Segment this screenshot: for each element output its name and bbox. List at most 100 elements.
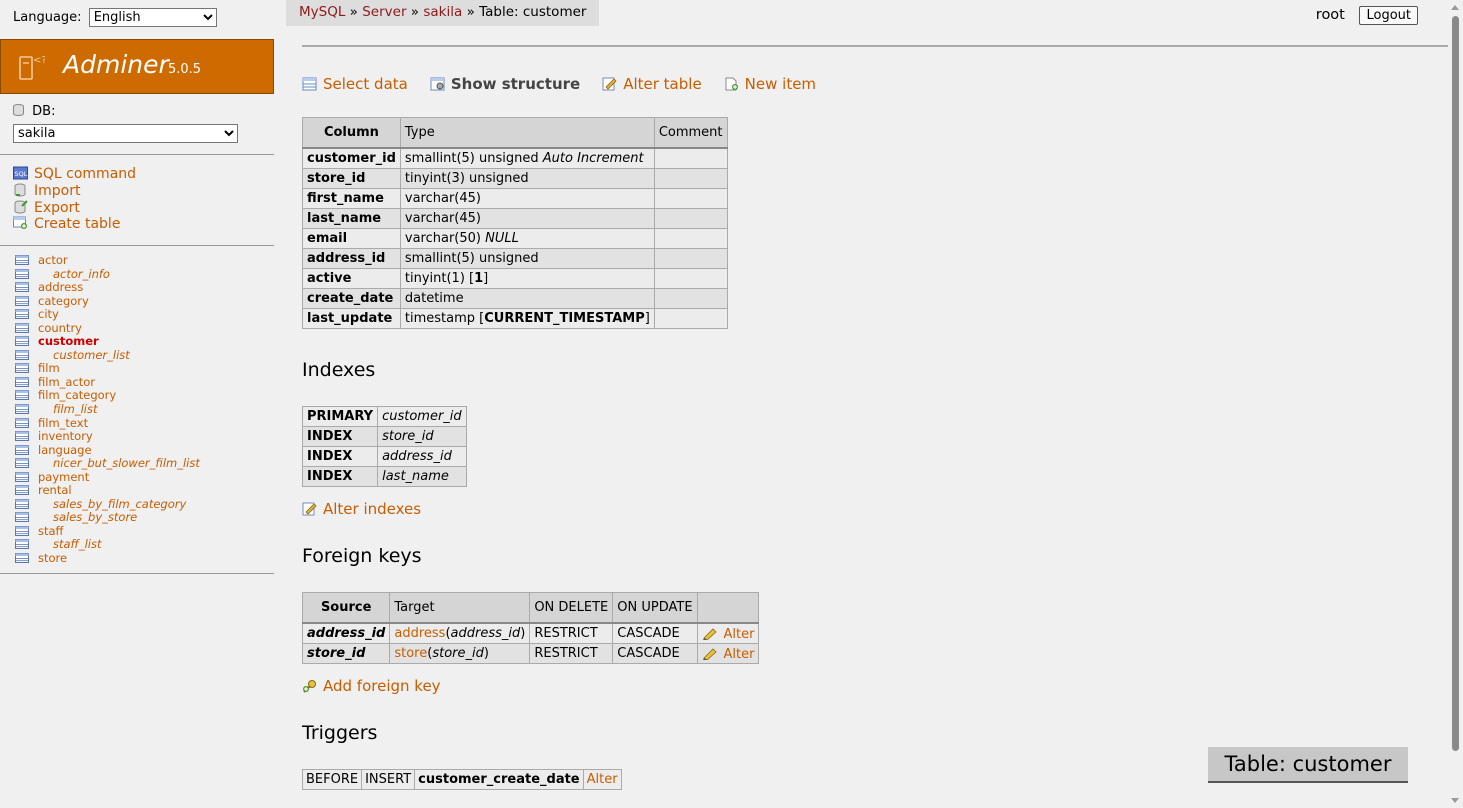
- default-value: CURRENT_TIMESTAMP: [484, 311, 645, 326]
- table-link-store[interactable]: store: [38, 551, 67, 565]
- table-icon: [15, 390, 29, 401]
- fk-row: address_id address(address_id) RESTRICT CAS…: [301, 622, 760, 644]
- column-name: customer_id: [302, 147, 401, 169]
- type-header: Type: [399, 117, 655, 149]
- columns-table: Column Type Comment customer_id smallint(…: [302, 117, 728, 329]
- index-kind: INDEX: [301, 426, 379, 447]
- breadcrumb-db[interactable]: sakila: [423, 4, 462, 20]
- sidebar-link-import[interactable]: Import: [34, 183, 80, 199]
- vertical-scrollbar[interactable]: [1448, 0, 1463, 808]
- breadcrumb-mysql[interactable]: MySQL: [299, 4, 345, 20]
- table-link-sales-by-film-category[interactable]: sales_by_film_category: [53, 497, 186, 511]
- sidebar-link-create-table[interactable]: Create table: [34, 216, 120, 232]
- action-show-structure[interactable]: Show structure: [430, 75, 580, 93]
- column-row: active tinyint(1) [1]: [302, 268, 728, 289]
- sidebar: Language: English <? Adminer 5.0.5 DB: s…: [0, 0, 274, 808]
- user-bar: root Logout: [1316, 6, 1418, 25]
- action-new-item[interactable]: New item: [724, 75, 816, 93]
- alter-indexes-link[interactable]: Alter indexes: [323, 500, 421, 518]
- table-link-city[interactable]: city: [38, 307, 59, 321]
- action-alter-table[interactable]: Alter table: [602, 75, 702, 93]
- index-columns: last_name: [377, 466, 467, 487]
- table-link-address[interactable]: address: [38, 280, 83, 294]
- scroll-down-arrow-icon[interactable]: [1451, 798, 1459, 803]
- table-link-payment[interactable]: payment: [38, 470, 89, 484]
- sidebar-links: SQL SQL command Import Export Create table: [13, 166, 136, 233]
- table-list-item: actor: [15, 253, 200, 268]
- fk-alter-cell: Alter: [696, 643, 760, 664]
- column-name: last_update: [302, 308, 401, 329]
- fk-alter-link[interactable]: Alter: [724, 647, 755, 662]
- table-list-item: nicer_but_slower_film_list: [15, 456, 200, 471]
- sidebar-link-row: SQL SQL command: [13, 166, 136, 183]
- table-link-film-text[interactable]: film_text: [38, 416, 88, 430]
- logout-button[interactable]: Logout: [1359, 6, 1418, 25]
- table-link-sales-by-store[interactable]: sales_by_store: [53, 510, 137, 525]
- fk-target-col: store_id: [432, 646, 484, 661]
- table-link-film-actor[interactable]: film_actor: [38, 375, 95, 389]
- fk-target-table-link[interactable]: store: [394, 646, 427, 661]
- index-row: INDEX address_id: [301, 446, 467, 467]
- add-foreign-key-link[interactable]: Add foreign key: [323, 677, 441, 695]
- table-link-film[interactable]: film: [38, 361, 60, 376]
- db-label: DB:: [32, 104, 56, 119]
- table-link-country[interactable]: country: [38, 321, 82, 335]
- fk-on-update-header: ON UPDATE: [612, 592, 698, 624]
- floating-table-title: Table: customer: [1208, 747, 1408, 783]
- table-link-customer[interactable]: customer: [38, 334, 99, 349]
- action-label: Show structure: [450, 75, 581, 93]
- breadcrumb-server[interactable]: Server: [362, 4, 406, 20]
- type-text: varchar(45): [404, 211, 481, 226]
- column-row: last_update timestamp [CURRENT_TIMESTAMP]: [302, 308, 728, 329]
- sidebar-link-sql-command[interactable]: SQL command: [34, 166, 136, 182]
- fk-target-table-link[interactable]: address: [394, 626, 445, 641]
- scroll-up-arrow-icon[interactable]: [1451, 5, 1459, 10]
- column-name: first_name: [302, 188, 401, 209]
- foreign-keys-table: Source Target ON DELETE ON UPDATE addres…: [301, 592, 760, 664]
- table-link-language[interactable]: language: [38, 443, 92, 457]
- table-list-item: language: [15, 443, 200, 458]
- adminer-brand[interactable]: <? Adminer 5.0.5: [0, 39, 274, 94]
- column-name: active: [302, 268, 401, 289]
- sidebar-link-export[interactable]: Export: [34, 200, 80, 216]
- trigger-alter-cell: Alter: [582, 769, 622, 790]
- table-link-customer-list[interactable]: customer_list: [53, 348, 130, 362]
- fk-alter-link[interactable]: Alter: [724, 627, 755, 642]
- fk-source: store_id: [301, 643, 391, 664]
- index-row: INDEX store_id: [301, 426, 467, 447]
- index-column-name: store_id: [382, 429, 434, 444]
- scrollbar-thumb[interactable]: [1452, 16, 1459, 751]
- column-comment: [653, 288, 728, 309]
- table-link-nicer-but-slower-film-list[interactable]: nicer_but_slower_film_list: [53, 456, 200, 470]
- table-link-staff-list[interactable]: staff_list: [53, 537, 102, 552]
- table-link-category[interactable]: category: [38, 294, 89, 308]
- type-text: timestamp: [404, 311, 476, 326]
- table-link-staff[interactable]: staff: [38, 524, 63, 538]
- type-text: tinyint(1): [404, 271, 465, 286]
- divider: [0, 154, 274, 155]
- table-icon: [15, 471, 29, 482]
- table-link-rental[interactable]: rental: [38, 483, 72, 498]
- fk-target-header: Target: [389, 592, 531, 624]
- table-icon: [15, 498, 29, 509]
- table-link-actor[interactable]: actor: [38, 253, 68, 267]
- trigger-alter-link[interactable]: Alter: [587, 772, 618, 787]
- language-select[interactable]: English: [88, 8, 217, 27]
- table-link-film-category[interactable]: film_category: [38, 388, 116, 403]
- column-row: address_id smallint(5) unsigned: [302, 248, 728, 269]
- table-link-inventory[interactable]: inventory: [38, 429, 93, 443]
- table-list-item: film_list: [15, 402, 200, 417]
- table-icon: [15, 404, 29, 415]
- table-link-film-list[interactable]: film_list: [53, 402, 97, 416]
- db-select[interactable]: sakila: [13, 124, 238, 143]
- table-list-item: rental: [15, 484, 200, 498]
- table-icon: [15, 255, 29, 265]
- fk-on-delete-header: ON DELETE: [529, 592, 614, 624]
- index-column-name: last_name: [382, 469, 449, 484]
- table-actions: Select data Show structure Alter table New …: [302, 75, 838, 93]
- table-list-item: payment: [15, 470, 200, 485]
- action-select-data[interactable]: Select data: [302, 75, 408, 93]
- column-name: email: [302, 228, 401, 249]
- table-link-actor-info[interactable]: actor_info: [53, 267, 110, 281]
- column-comment: [653, 168, 728, 189]
